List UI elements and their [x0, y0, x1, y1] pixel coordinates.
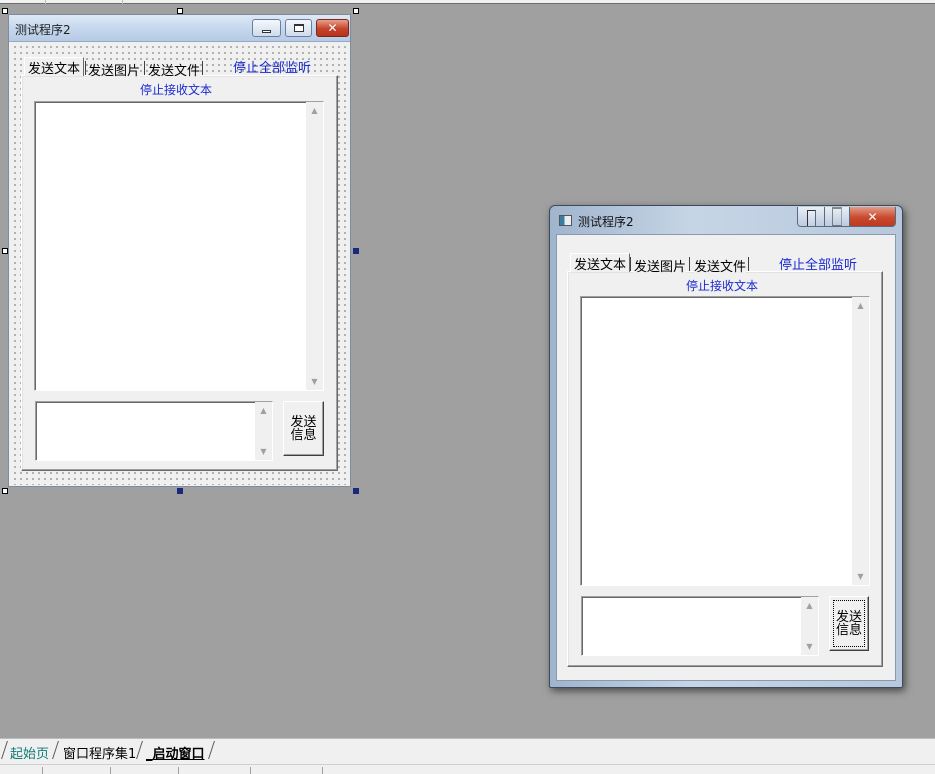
scroll-up-icon[interactable]: ▲ — [255, 402, 272, 419]
tab-start-page[interactable]: 起始页 — [10, 743, 49, 762]
toolbar-divider — [122, 0, 123, 4]
send-button-label: 发送 信息 — [290, 414, 317, 443]
resize-handle[interactable] — [2, 8, 8, 14]
running-stop-receive-link[interactable]: 停止接收文本 — [686, 277, 758, 294]
app-icon[interactable] — [559, 215, 572, 226]
designer-tab-send-file[interactable]: 发送文件 — [148, 60, 201, 79]
scroll-down-icon[interactable]: ▼ — [852, 568, 869, 585]
tab-separator — [52, 741, 59, 759]
running-send-button[interactable]: 发送 信息 — [829, 596, 869, 651]
maximize-icon — [293, 24, 304, 32]
running-tab-send-file[interactable]: 发送文件 — [694, 256, 747, 275]
maximize-icon — [832, 207, 842, 226]
status-bar — [0, 764, 935, 774]
designer-stop-receive-link[interactable]: 停止接收文本 — [140, 81, 212, 98]
resize-handle[interactable] — [177, 488, 183, 494]
designer-message-scrollbar[interactable]: ▲ ▼ — [255, 402, 272, 460]
scroll-down-icon[interactable]: ▼ — [306, 373, 323, 390]
tab-separator — [208, 741, 215, 759]
close-icon: ✕ — [867, 209, 878, 224]
minimize-icon — [806, 210, 816, 226]
scroll-up-icon[interactable]: ▲ — [852, 297, 869, 314]
toolbar-divider — [45, 0, 46, 4]
designer-send-button[interactable]: 发送 信息 — [283, 401, 324, 456]
tab-separator — [689, 257, 690, 271]
running-message-scrollbar[interactable]: ▲ ▼ — [801, 597, 818, 655]
resize-handle[interactable] — [353, 8, 359, 14]
tab-separator — [144, 61, 145, 75]
scroll-up-icon[interactable]: ▲ — [306, 102, 323, 119]
status-divider — [322, 767, 323, 774]
tab-window-assembly[interactable]: 窗口程序集1 — [63, 743, 136, 762]
running-titlebar[interactable]: 测试程序2 ✕ — [550, 206, 902, 231]
top-toolbar-strip — [0, 0, 935, 4]
scroll-down-icon[interactable]: ▼ — [255, 443, 272, 460]
designer-message-input[interactable]: ▲ ▼ — [35, 401, 273, 461]
running-receive-scrollbar[interactable]: ▲ ▼ — [852, 297, 869, 585]
document-tab-bar: 起始页 窗口程序集1 _启动窗口 — [0, 738, 935, 764]
running-client-area: 发送文本 发送图片 发送文件 停止全部监听 停止接收文本 ▲ ▼ ▲ ▼ 发送 … — [556, 234, 896, 681]
designer-maximize-button[interactable] — [285, 19, 312, 37]
designer-minimize-button[interactable] — [252, 19, 281, 37]
scroll-up-icon[interactable]: ▲ — [801, 597, 818, 614]
running-window-controls: ✕ — [797, 207, 896, 227]
running-maximize-button[interactable] — [825, 207, 850, 226]
running-window[interactable]: 测试程序2 ✕ 发送文本 发送图片 发送文件 停止全部监听 停止接收文本 ▲ ▼ — [549, 205, 903, 688]
designer-receive-textarea[interactable]: ▲ ▼ — [34, 101, 324, 391]
tab-separator — [136, 741, 143, 759]
status-divider — [178, 767, 179, 774]
designer-receive-scrollbar[interactable]: ▲ ▼ — [306, 102, 323, 390]
designer-titlebar[interactable]: 测试程序2 ✕ — [9, 15, 350, 42]
resize-handle[interactable] — [353, 248, 359, 254]
running-receive-textarea[interactable]: ▲ ▼ — [580, 296, 870, 586]
running-close-button[interactable]: ✕ — [850, 207, 895, 226]
minimize-icon — [262, 29, 271, 33]
tab-separator — [1, 741, 8, 759]
send-button-label: 发送 信息 — [835, 609, 862, 638]
designer-title: 测试程序2 — [15, 23, 71, 37]
running-minimize-button[interactable] — [798, 207, 825, 226]
resize-handle[interactable] — [353, 488, 359, 494]
resize-handle[interactable] — [2, 488, 8, 494]
resize-handle[interactable] — [177, 8, 183, 14]
tab-separator — [202, 61, 203, 75]
running-message-input[interactable]: ▲ ▼ — [581, 596, 819, 656]
tab-separator — [630, 257, 631, 271]
running-stop-all-link[interactable]: 停止全部监听 — [779, 254, 857, 273]
designer-tab-send-text[interactable]: 发送文本 — [24, 57, 85, 77]
tab-separator — [748, 257, 749, 271]
scroll-down-icon[interactable]: ▼ — [801, 638, 818, 655]
designer-stop-all-link[interactable]: 停止全部监听 — [233, 57, 311, 76]
resize-handle[interactable] — [2, 248, 8, 254]
running-tab-send-text[interactable]: 发送文本 — [570, 253, 631, 273]
tab-startup-window[interactable]: _启动窗口 — [146, 743, 205, 762]
close-icon: ✕ — [327, 21, 338, 35]
running-tab-send-image[interactable]: 发送图片 — [634, 256, 687, 275]
tab-separator — [85, 61, 86, 75]
status-divider — [250, 767, 251, 774]
designer-tab-send-image[interactable]: 发送图片 — [88, 60, 141, 79]
designer-close-button[interactable]: ✕ — [316, 19, 349, 37]
designer-form[interactable]: 测试程序2 ✕ 发送文本 发送图片 发送文件 停止全部监听 停止接收文本 ▲ ▼… — [8, 14, 351, 487]
status-divider — [42, 767, 43, 774]
status-divider — [110, 767, 111, 774]
running-title: 测试程序2 — [578, 215, 634, 229]
